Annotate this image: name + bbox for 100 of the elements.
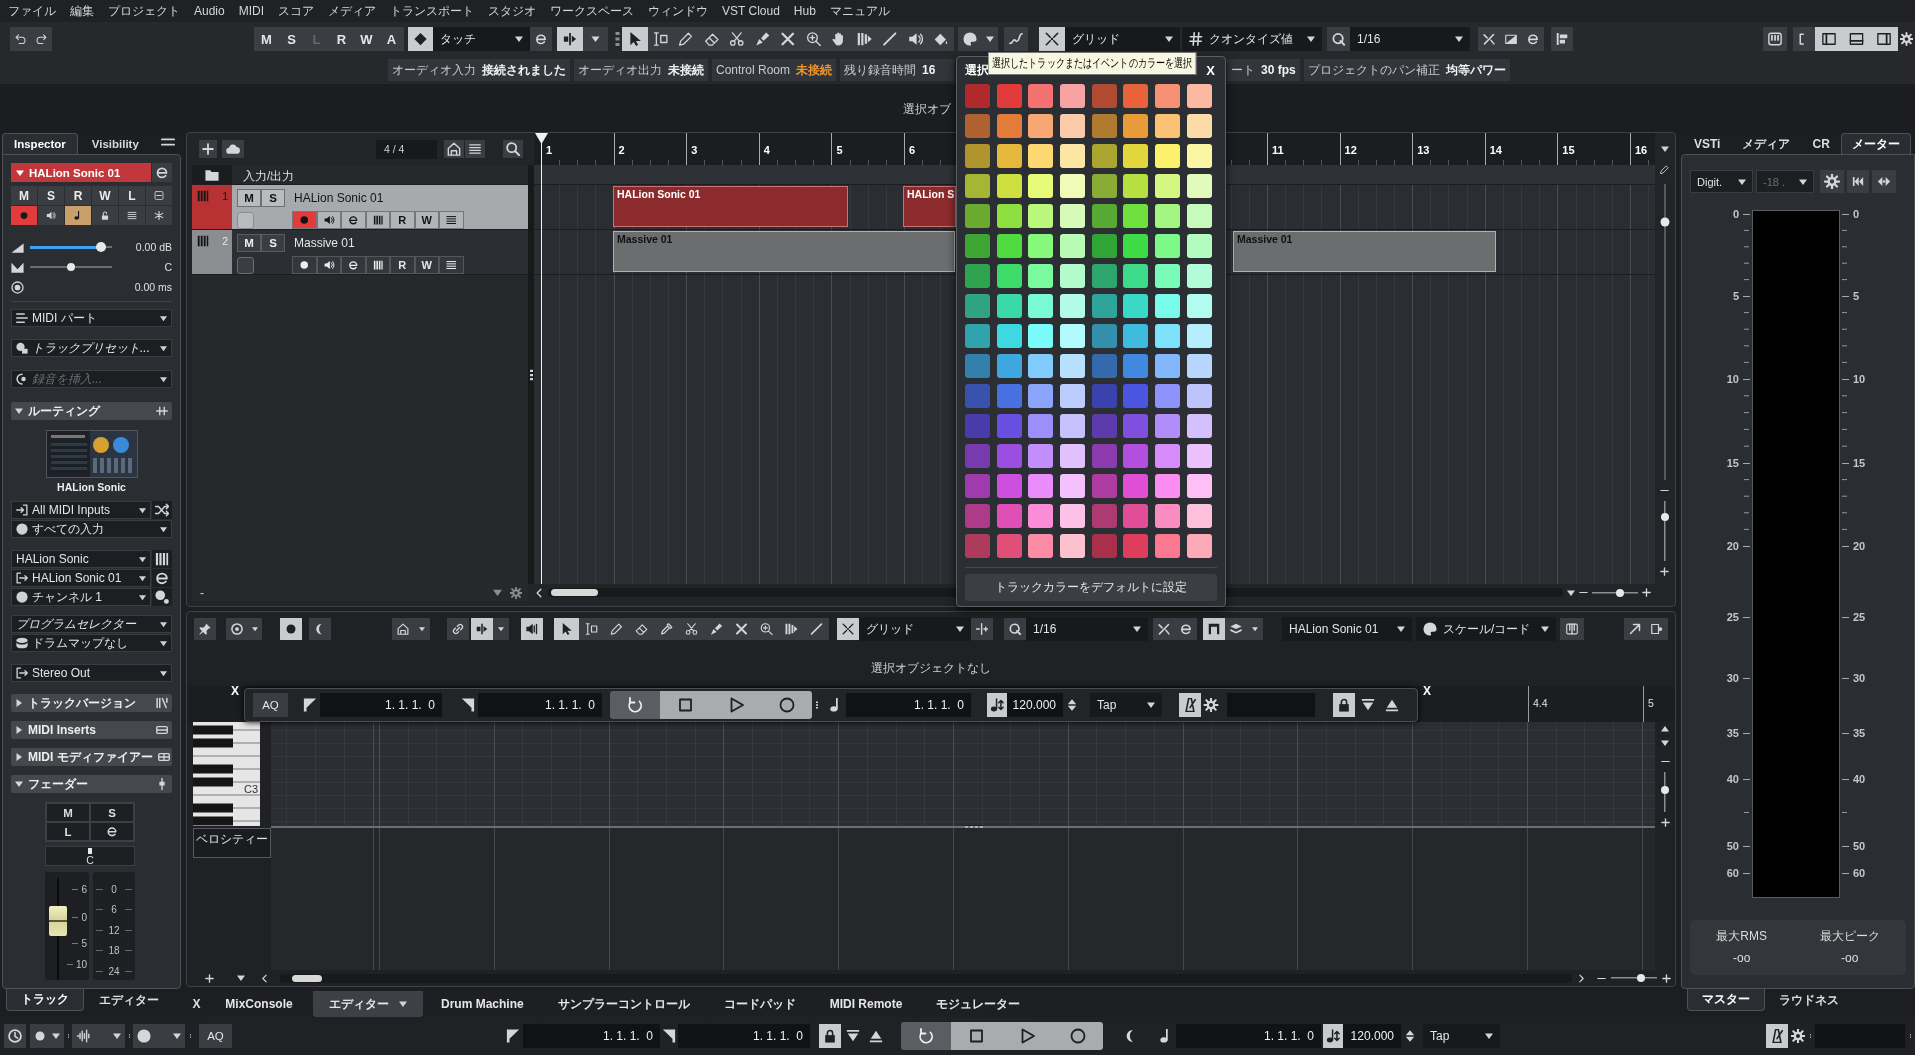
color-swatch[interactable] <box>1091 354 1117 378</box>
color-swatch[interactable] <box>1186 294 1212 318</box>
clock-icon[interactable] <box>4 1024 26 1048</box>
mute-button[interactable]: M <box>237 189 261 207</box>
pin-icon[interactable] <box>194 618 216 640</box>
color-swatch[interactable] <box>1060 414 1086 438</box>
metronome-icon[interactable] <box>1766 1024 1788 1048</box>
color-swatch[interactable] <box>1123 114 1149 138</box>
converge-icon[interactable] <box>837 618 859 640</box>
color-swatch[interactable] <box>996 204 1022 228</box>
color-swatch[interactable] <box>965 474 990 498</box>
speaker-bars-icon[interactable] <box>521 618 543 640</box>
color-swatch[interactable] <box>996 324 1022 348</box>
shuffle-icon[interactable] <box>152 501 172 519</box>
caret-right-icon[interactable] <box>15 699 23 707</box>
midi-mode-dropdown[interactable] <box>133 1024 185 1048</box>
automation-button[interactable]: S <box>279 27 304 51</box>
color-swatch[interactable] <box>1186 504 1212 528</box>
slider-handle[interactable] <box>1661 786 1669 794</box>
color-swatch[interactable] <box>1060 474 1086 498</box>
color-swatch[interactable] <box>996 414 1022 438</box>
quantize-type-dropdown[interactable]: クオンタイズ値 <box>1182 27 1322 51</box>
record-icon[interactable] <box>292 256 317 274</box>
right-panel-icon[interactable] <box>1870 27 1898 51</box>
reset-color-button[interactable]: トラックカラーをデフォルトに設定 <box>965 574 1217 601</box>
skip-back-icon[interactable] <box>1847 170 1869 193</box>
color-swatch[interactable] <box>965 324 990 348</box>
caret-down-icon[interactable] <box>15 780 23 788</box>
caret-down-icon[interactable] <box>493 618 509 640</box>
automation-button[interactable]: W <box>354 27 379 51</box>
color-swatch[interactable] <box>965 294 990 318</box>
section-header[interactable]: トラックバージョン <box>11 694 172 712</box>
color-swatch[interactable] <box>1155 414 1181 438</box>
color-swatch[interactable] <box>996 474 1022 498</box>
menu-item[interactable]: トランスポート <box>390 2 475 20</box>
color-swatch[interactable] <box>1186 414 1212 438</box>
redo-icon[interactable] <box>31 27 52 51</box>
menu-item[interactable]: スコア <box>278 2 315 20</box>
house-icon[interactable] <box>444 140 464 158</box>
color-swatch[interactable] <box>965 534 990 558</box>
vertical-bars-icon[interactable] <box>365 256 390 274</box>
color-swatch[interactable] <box>1028 84 1054 108</box>
color-swatch[interactable] <box>1155 264 1181 288</box>
plus-icon[interactable] <box>1642 588 1651 597</box>
color-swatch[interactable] <box>1155 354 1181 378</box>
scroll-left-icon[interactable] <box>260 973 269 983</box>
search-icon[interactable] <box>503 140 523 158</box>
bracket-icon[interactable] <box>1793 27 1815 51</box>
caret-down-icon[interactable] <box>414 618 430 640</box>
color-swatch[interactable] <box>1028 144 1054 168</box>
zone-tab[interactable]: CR <box>1801 133 1841 154</box>
color-swatch[interactable] <box>1060 324 1086 348</box>
color-swatch[interactable] <box>1091 444 1117 468</box>
stop-icon[interactable] <box>660 691 711 719</box>
box-icon[interactable] <box>146 186 172 205</box>
slider-handle[interactable] <box>1636 974 1645 982</box>
track-button[interactable]: S <box>38 186 64 205</box>
crescent-icon[interactable] <box>309 618 331 640</box>
magnifier-icon[interactable] <box>1327 27 1350 51</box>
color-swatch[interactable] <box>1123 264 1149 288</box>
color-swatch[interactable] <box>1186 114 1212 138</box>
e-icon[interactable] <box>530 27 552 51</box>
plus-icon[interactable] <box>205 973 214 983</box>
color-swatch[interactable] <box>1060 294 1086 318</box>
notch-icon[interactable] <box>1203 618 1225 640</box>
e-icon[interactable] <box>152 569 172 587</box>
tap-tempo-dropdown[interactable]: Tap <box>1090 693 1162 717</box>
plus-icon[interactable] <box>1662 973 1671 983</box>
color-swatch[interactable] <box>1155 204 1181 228</box>
record-icon[interactable] <box>762 691 812 719</box>
midi-part-dropdown[interactable]: MIDI パート <box>11 309 172 327</box>
color-swatch[interactable] <box>1091 504 1117 528</box>
caret-down-icon[interactable] <box>583 27 608 51</box>
color-swatch[interactable] <box>965 114 990 138</box>
menu-item[interactable]: MIDI <box>238 4 265 18</box>
metronome-icon[interactable] <box>1179 693 1201 717</box>
solo-button[interactable]: S <box>261 189 285 207</box>
caret-down-icon[interactable] <box>1567 588 1575 597</box>
color-swatch[interactable] <box>1091 174 1117 198</box>
automation-button[interactable]: R <box>329 27 354 51</box>
color-swatch[interactable] <box>1123 384 1149 408</box>
plus-icon[interactable] <box>1660 818 1670 827</box>
color-swatch[interactable] <box>1091 234 1117 258</box>
color-swatch[interactable] <box>1123 294 1149 318</box>
track-dropdown[interactable]: HALion Sonic 01 <box>1282 617 1412 641</box>
velocity-lane-label[interactable]: ベロシティー <box>193 828 271 858</box>
speaker-icon[interactable] <box>316 256 341 274</box>
e-icon[interactable] <box>1522 27 1544 51</box>
zone-tab[interactable]: ラウドネス <box>1765 989 1853 1011</box>
record-mode-dropdown[interactable] <box>30 1024 64 1048</box>
lock-icon[interactable] <box>1333 693 1355 717</box>
section-header[interactable]: MIDI モディファイアー <box>11 748 172 766</box>
note-arrows-icon[interactable] <box>1323 1024 1343 1048</box>
color-swatch[interactable] <box>1123 414 1149 438</box>
e-icon[interactable] <box>341 211 366 229</box>
color-swatch[interactable] <box>1186 354 1212 378</box>
caret-down-icon[interactable] <box>1247 618 1263 640</box>
align-icon[interactable] <box>1551 27 1573 51</box>
auto-quantize-button[interactable]: AQ <box>253 693 288 717</box>
slider-handle[interactable] <box>1660 512 1669 521</box>
